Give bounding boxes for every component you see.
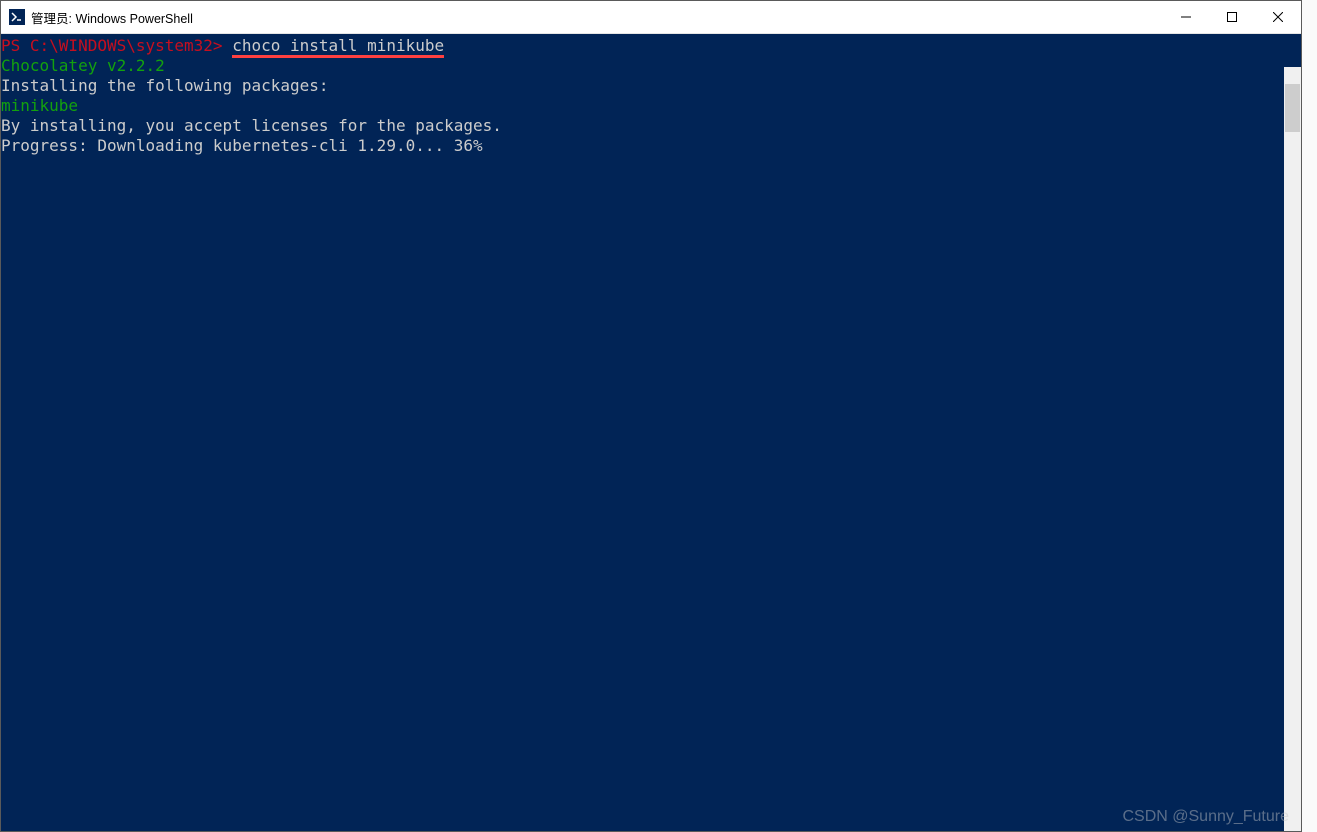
window-title: 管理员: Windows PowerShell <box>31 8 1163 27</box>
right-background-strip <box>1302 0 1317 832</box>
progress-line: Progress: Downloading kubernetes-cli 1.2… <box>1 136 1301 156</box>
prompt-command: choco install minikube <box>232 36 444 55</box>
installing-line: Installing the following packages: <box>1 76 1301 96</box>
prompt-line: PS C:\WINDOWS\system32> choco install mi… <box>1 36 1301 56</box>
accept-line: By installing, you accept licenses for t… <box>1 116 1301 136</box>
titlebar[interactable]: 管理员: Windows PowerShell <box>1 1 1301 34</box>
powershell-icon <box>9 9 25 25</box>
maximize-button[interactable] <box>1209 1 1255 33</box>
terminal-area[interactable]: PS C:\WINDOWS\system32> choco install mi… <box>1 34 1301 831</box>
minimize-button[interactable] <box>1163 1 1209 33</box>
prompt-path: PS C:\WINDOWS\system32> <box>1 36 223 55</box>
scrollbar-thumb[interactable] <box>1285 84 1300 132</box>
scrollbar-track[interactable] <box>1284 67 1301 831</box>
choco-version-line: Chocolatey v2.2.2 <box>1 56 1301 76</box>
package-name-line: minikube <box>1 96 1301 116</box>
close-button[interactable] <box>1255 1 1301 33</box>
powershell-window: 管理员: Windows PowerShell PS C:\WINDOWS\sy… <box>0 0 1302 832</box>
titlebar-buttons <box>1163 1 1301 33</box>
watermark: CSDN @Sunny_Future <box>1122 808 1289 826</box>
